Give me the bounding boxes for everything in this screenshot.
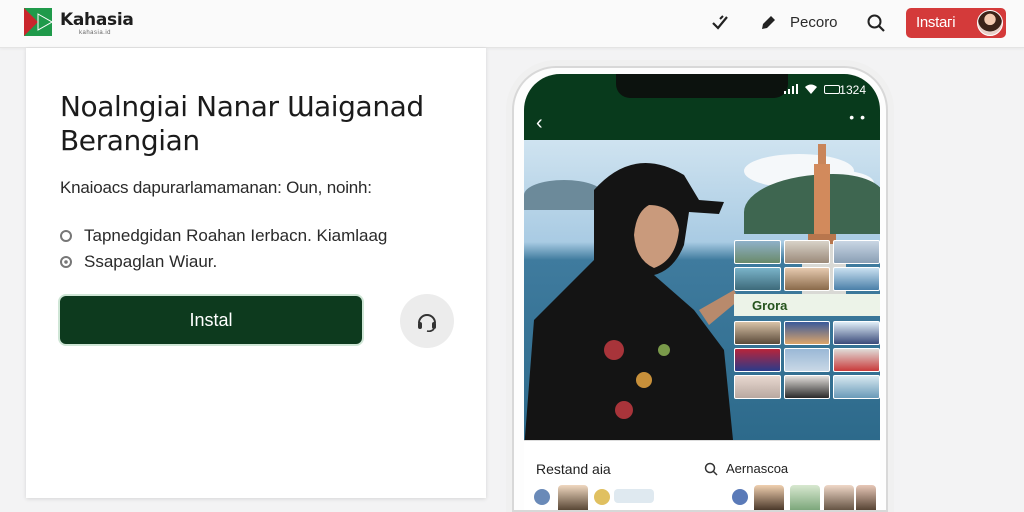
bottom-sheet: Restand aia Aernascoa <box>524 440 880 510</box>
collage-tile[interactable] <box>734 267 781 291</box>
logo-icon[interactable] <box>24 8 52 36</box>
nav-label[interactable]: Pecoro <box>790 14 838 31</box>
search-icon[interactable] <box>864 11 888 35</box>
install-top-button[interactable]: Instaгі <box>906 8 1006 38</box>
collage-tile[interactable] <box>783 267 831 291</box>
collage-tile[interactable] <box>783 240 831 264</box>
collage-tile[interactable] <box>783 348 831 372</box>
collage-tile[interactable] <box>833 375 880 399</box>
photo-collage: Grora <box>734 240 880 440</box>
subheading: Knaioacs dapurarlamamanan: Oun, noinh: <box>60 178 372 197</box>
thumbnail[interactable] <box>856 485 876 510</box>
feature-label: Ssapaglan Wiaur. <box>84 252 218 271</box>
promo-card: Noalngiai Nanar Ɯaiganad Berangian Knaio… <box>26 48 486 498</box>
pen-icon[interactable] <box>756 11 780 35</box>
thumbnail[interactable] <box>558 485 588 510</box>
search-label: Aernascoa <box>726 461 789 476</box>
check-icon[interactable] <box>708 11 732 35</box>
avatar[interactable] <box>977 10 1003 36</box>
brand-subtitle: kahasia.id <box>79 30 112 36</box>
avatar[interactable] <box>534 489 550 505</box>
status-bar: 1324 <box>524 74 880 104</box>
thumbnail[interactable] <box>824 485 854 510</box>
phone-mockup: 1324 ‹ • • Grora Restand aia Aernascoa <box>512 66 888 512</box>
person-photo <box>524 163 739 440</box>
app-bar: ‹ • • <box>524 104 880 140</box>
search-icon <box>704 462 718 476</box>
feature-label: Tapnedgidan Roahan Ierbacn. Kiamlaag <box>84 226 388 245</box>
thumbnail[interactable] <box>754 485 784 510</box>
section-label: Restand aia <box>536 461 611 477</box>
page-title: Noalngiai Nanar Ɯaiganad Berangian <box>60 90 460 158</box>
back-icon[interactable]: ‹ <box>536 112 543 135</box>
install-button[interactable]: Instal <box>60 296 362 344</box>
brand-name[interactable]: Kahasia <box>60 10 134 30</box>
bullet-icon <box>60 230 72 242</box>
search-row[interactable]: Aernascoa <box>704 461 788 476</box>
collage-tile[interactable] <box>734 348 781 372</box>
collage-tile[interactable] <box>833 267 880 291</box>
collage-tile[interactable] <box>734 240 781 264</box>
headline-line-2: Berangian <box>60 124 200 157</box>
wifi-icon <box>805 84 817 94</box>
collage-tile[interactable] <box>783 321 831 345</box>
battery-icon <box>824 85 840 94</box>
headset-icon <box>418 314 436 333</box>
headline-line-1: Noalngiai Nanar Ɯaiganad <box>60 90 424 123</box>
signal-icon <box>784 84 798 94</box>
collage-tile[interactable] <box>783 375 831 399</box>
thumbnail[interactable] <box>790 485 820 510</box>
phone-notch <box>616 74 788 98</box>
top-bar: Kahasia kahasia.id Pecoro Instaгі <box>0 0 1024 48</box>
status-time: 1324 <box>839 83 866 97</box>
collage-tile[interactable] <box>833 321 880 345</box>
collage-tile[interactable] <box>833 240 880 264</box>
hero-image: Grora <box>524 140 880 440</box>
collage-tile[interactable] <box>734 321 781 345</box>
phone-screen: 1324 ‹ • • Grora Restand aia Aernascoa <box>524 74 880 510</box>
feature-item: Ssapaglan Wiaur. <box>60 252 217 272</box>
feature-item: Tapnedgidan Roahan Ierbacn. Kiamlaag <box>60 226 387 246</box>
thumbnail[interactable] <box>614 489 654 503</box>
bullet-icon <box>60 256 72 268</box>
collage-tile[interactable] <box>734 375 781 399</box>
collage-label: Grora <box>734 294 880 316</box>
install-top-label: Instaгі <box>916 14 956 31</box>
avatar[interactable] <box>732 489 748 505</box>
collage-tile[interactable] <box>833 348 880 372</box>
support-button[interactable] <box>400 294 454 348</box>
badge-icon <box>594 489 610 505</box>
more-icon[interactable]: • • <box>849 109 866 125</box>
